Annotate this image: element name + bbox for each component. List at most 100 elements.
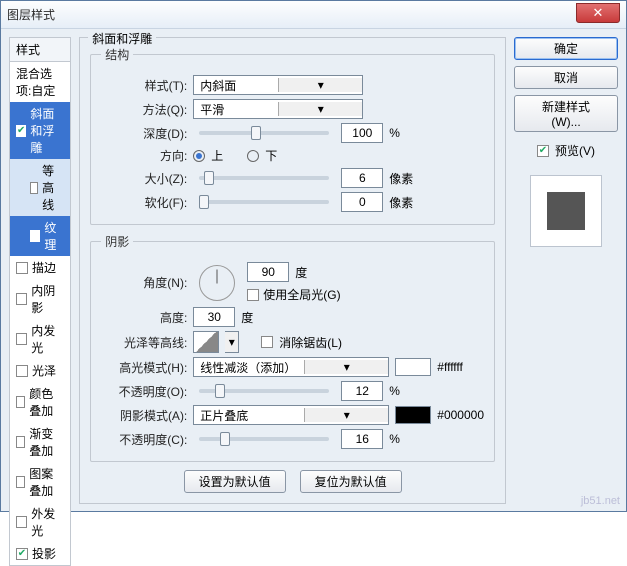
chevron-down-icon: ▾ [304,408,388,422]
depth-input[interactable]: 100 [341,123,383,143]
chevron-down-icon: ▾ [278,78,362,92]
sidebar-item-9[interactable]: 图案叠加 [10,462,70,502]
new-style-button[interactable]: 新建样式(W)... [514,95,618,132]
sidebar-list: 混合选项:自定 ✔斜面和浮雕等高线纹理描边内阴影内发光光泽颜色叠加渐变叠加图案叠… [9,62,71,566]
highlight-mode-dropdown[interactable]: 线性减淡（添加） ▾ [193,357,389,377]
angle-unit: 度 [295,264,307,281]
highlight-opacity-input[interactable]: 12 [341,381,383,401]
close-icon[interactable]: ✕ [576,3,620,23]
shadow-mode-label: 阴影模式(A): [101,407,187,424]
sidebar-item-11[interactable]: ✔投影 [10,542,70,565]
highlight-opacity-label: 不透明度(O): [101,383,187,400]
sidebar-checkbox[interactable] [30,182,38,194]
effect-panel: 斜面和浮雕 结构 样式(T): 内斜面 ▾ 方法(Q): 平滑 [79,37,506,503]
sidebar-item-5[interactable]: 内发光 [10,319,70,359]
sidebar-item-3[interactable]: 描边 [10,256,70,279]
technique-label: 方法(Q): [101,101,187,118]
direction-up-label: 上 [211,147,223,164]
sidebar-checkbox[interactable]: ✔ [16,125,26,137]
sidebar-checkbox[interactable] [16,333,27,345]
sidebar-checkbox[interactable] [16,436,25,448]
altitude-input[interactable]: 30 [193,307,235,327]
sidebar-item-6[interactable]: 光泽 [10,359,70,382]
sidebar-item-7[interactable]: 颜色叠加 [10,382,70,422]
sidebar-item-label: 等高线 [42,162,64,213]
sidebar-checkbox[interactable] [30,230,40,242]
sidebar-item-2[interactable]: 纹理 [10,216,70,256]
dialog-window: 图层样式 ✕ 样式 混合选项:自定 ✔斜面和浮雕等高线纹理描边内阴影内发光光泽颜… [0,0,627,512]
sidebar-checkbox[interactable]: ✔ [16,548,28,560]
size-label: 大小(Z): [101,170,187,187]
preview-checkbox[interactable]: ✔ [537,145,549,157]
preview-swatch [530,175,602,247]
sidebar-checkbox[interactable] [16,516,27,528]
structure-legend: 结构 [101,46,133,63]
sidebar-item-4[interactable]: 内阴影 [10,279,70,319]
sidebar-item-label: 描边 [32,259,56,276]
panel-group: 斜面和浮雕 结构 样式(T): 内斜面 ▾ 方法(Q): 平滑 [79,37,506,504]
highlight-color-text: #ffffff [437,360,463,374]
pct-unit: % [389,432,419,446]
sidebar-checkbox[interactable] [16,476,25,488]
use-global-light-checkbox[interactable] [247,289,259,301]
angle-dial[interactable] [199,265,235,301]
make-default-button[interactable]: 设置为默认值 [184,470,286,493]
sidebar-checkbox[interactable] [16,293,27,305]
pct-unit: % [389,384,419,398]
sidebar-checkbox[interactable] [16,262,28,274]
antialias-label: 消除锯齿(L) [279,334,342,351]
sidebar-item-label: 渐变叠加 [29,425,64,459]
gloss-contour-label: 光泽等高线: [101,334,187,351]
soften-unit: 像素 [389,194,419,211]
reset-default-button[interactable]: 复位为默认值 [300,470,402,493]
gloss-contour-picker[interactable] [193,331,219,353]
depth-slider[interactable] [199,131,329,135]
sidebar-item-10[interactable]: 外发光 [10,502,70,542]
window-title: 图层样式 [7,6,576,23]
highlight-color-swatch[interactable] [395,358,431,376]
sidebar-item-8[interactable]: 渐变叠加 [10,422,70,462]
highlight-mode-label: 高光模式(H): [101,359,187,376]
cancel-button[interactable]: 取消 [514,66,618,89]
technique-dropdown[interactable]: 平滑 ▾ [193,99,363,119]
use-global-light-label: 使用全局光(G) [263,286,340,303]
shading-legend: 阴影 [101,233,133,250]
shadow-opacity-input[interactable]: 16 [341,429,383,449]
direction-up-radio[interactable] [193,150,205,162]
direction-down-radio[interactable] [247,150,259,162]
sidebar-item-0[interactable]: ✔斜面和浮雕 [10,102,70,159]
soften-slider[interactable] [199,200,329,204]
altitude-unit: 度 [241,309,253,326]
size-input[interactable]: 6 [341,168,383,188]
depth-label: 深度(D): [101,125,187,142]
direction-down-label: 下 [265,147,277,164]
sidebar-item-label: 纹理 [44,219,64,253]
sidebar-item-1[interactable]: 等高线 [10,159,70,216]
altitude-label: 高度: [101,309,187,326]
shadow-color-text: #000000 [437,408,484,422]
sidebar-checkbox[interactable] [16,396,25,408]
size-slider[interactable] [199,176,329,180]
panel-title: 斜面和浮雕 [88,30,156,47]
shadow-color-swatch[interactable] [395,406,431,424]
antialias-checkbox[interactable] [261,336,273,348]
style-value: 内斜面 [194,77,278,94]
sidebar-item-label: 混合选项:自定 [16,65,64,99]
sidebar-item-blend-options[interactable]: 混合选项:自定 [10,62,70,102]
shadow-mode-dropdown[interactable]: 正片叠底 ▾ [193,405,389,425]
highlight-opacity-slider[interactable] [199,389,329,393]
sidebar-item-label: 内发光 [31,322,64,356]
style-label: 样式(T): [101,77,187,94]
ok-button[interactable]: 确定 [514,37,618,60]
chevron-down-icon[interactable]: ▾ [225,331,239,353]
angle-input[interactable]: 90 [247,262,289,282]
style-dropdown[interactable]: 内斜面 ▾ [193,75,363,95]
title-bar: 图层样式 ✕ [1,1,626,29]
chevron-down-icon: ▾ [278,102,362,116]
shadow-opacity-label: 不透明度(C): [101,431,187,448]
sidebar-item-label: 颜色叠加 [29,385,64,419]
shadow-opacity-slider[interactable] [199,437,329,441]
sidebar-checkbox[interactable] [16,365,28,377]
technique-value: 平滑 [194,101,278,118]
soften-input[interactable]: 0 [341,192,383,212]
